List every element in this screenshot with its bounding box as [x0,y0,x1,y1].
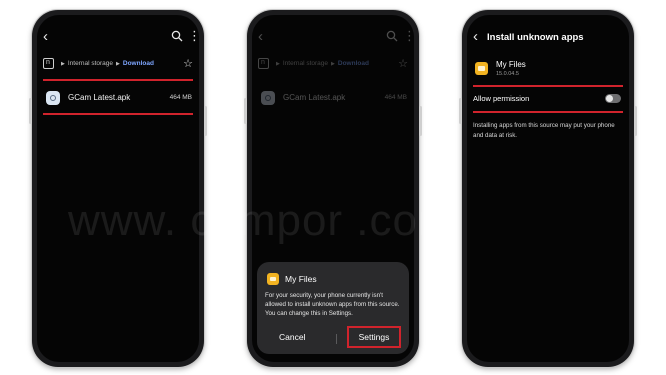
app-name: My Files [496,60,526,69]
volume-button [244,98,247,124]
breadcrumb: ▶Internal storage▶Download ☆ [43,56,193,71]
phone-2: ‹ ⋮ ▶Internal storage▶Download ☆ GCam La… [244,10,422,367]
screen-install-blocked: ‹ ⋮ ▶Internal storage▶Download ☆ GCam La… [252,15,414,362]
folder-icon [475,62,488,75]
file-row: GCam Latest.apk 464 MB [252,85,414,111]
star-icon[interactable]: ☆ [183,57,193,71]
breadcrumb-current: Download [337,60,369,67]
highlight-line [473,85,623,87]
app-bar: ‹ Install unknown apps [467,29,629,47]
more-options-icon: ⋮ [403,28,414,43]
phone-1: ‹ ⋮ ▶Internal storage▶Download ☆ GCam La… [29,10,207,367]
volume-button [29,98,32,124]
file-size: 464 MB [384,94,407,101]
app-bar: ‹ ⋮ [252,29,414,47]
dialog-message: For your security, your phone currently … [265,292,400,317]
home-icon [258,56,269,70]
highlight-line [473,111,623,113]
settings-button[interactable]: Settings [347,326,401,348]
allow-permission-toggle[interactable] [605,94,621,103]
security-dialog: My Files For your security, your phone c… [257,262,409,354]
power-button [419,106,422,136]
screen-file-browser: ‹ ⋮ ▶Internal storage▶Download ☆ GCam La… [37,15,199,362]
folder-icon [267,273,279,285]
file-row[interactable]: GCam Latest.apk 464 MB [37,85,199,111]
app-info: My Files 15.0.04.5 [467,57,629,83]
allow-permission-label: Allow permission [473,94,530,103]
highlight-line [43,113,193,115]
back-arrow-icon: ‹ [258,28,263,45]
camera-app-icon [261,91,275,105]
power-button [634,106,637,136]
page-title: Install unknown apps [487,32,584,43]
button-divider [336,334,337,344]
app-version: 15.0.04.5 [496,71,519,77]
breadcrumb-current[interactable]: Download [123,60,154,67]
more-options-icon[interactable]: ⋮ [188,29,199,43]
screen-install-unknown-apps: ‹ Install unknown apps My Files 15.0.04.… [467,15,629,362]
file-name: GCam Latest.apk [68,93,131,102]
search-icon [386,30,398,42]
allow-permission-row[interactable]: Allow permission [467,91,629,109]
highlight-line [43,79,193,81]
phone-3: ‹ Install unknown apps My Files 15.0.04.… [459,10,637,367]
breadcrumb-root: Internal storage [282,60,329,67]
app-bar: ‹ ⋮ [37,29,199,47]
star-icon: ☆ [398,58,408,70]
risk-note: Installing apps from this source may put… [473,122,615,139]
back-arrow-icon[interactable]: ‹ [473,29,478,45]
cancel-button[interactable]: Cancel [279,332,305,342]
volume-button [459,98,462,124]
back-arrow-icon[interactable]: ‹ [43,29,57,45]
file-name: GCam Latest.apk [283,93,346,102]
search-icon[interactable] [171,30,183,42]
breadcrumb: ▶Internal storage▶Download ☆ [258,56,408,71]
file-size: 464 MB [169,94,192,101]
home-icon[interactable] [43,56,54,70]
power-button [204,106,207,136]
dialog-title: My Files [285,274,317,284]
camera-app-icon [46,91,60,105]
breadcrumb-root[interactable]: Internal storage [68,60,113,67]
